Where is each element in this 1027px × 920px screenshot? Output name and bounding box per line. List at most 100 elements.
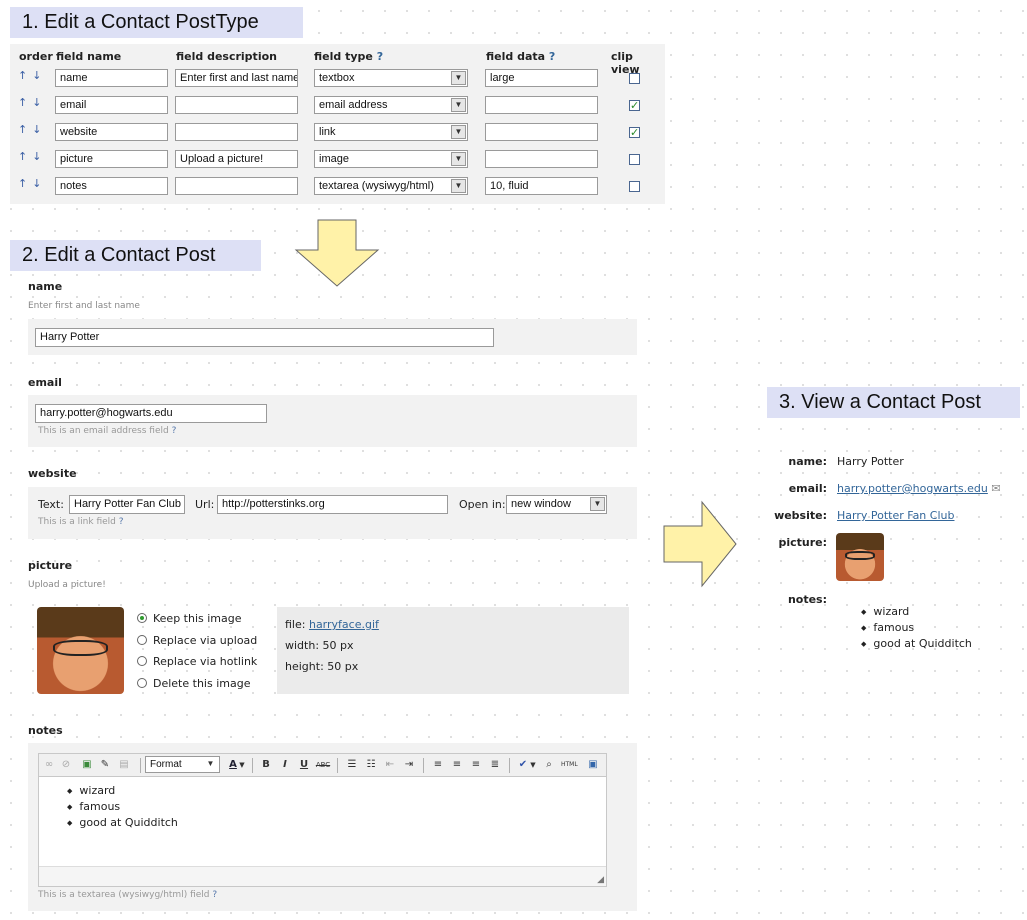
reorder-arrows-icon[interactable]: ↑↓	[18, 69, 46, 82]
email-link[interactable]: harry.potter@hogwarts.edu	[837, 482, 988, 495]
field-row: ↑↓ email email address ▼ ✓	[10, 96, 665, 122]
name-field-panel: Harry Potter	[28, 319, 637, 355]
clip-view-checkbox[interactable]: ✓	[629, 100, 640, 111]
delete-image-option[interactable]: Delete this image	[137, 677, 250, 690]
field-description-input[interactable]: Enter first and last name	[175, 69, 298, 87]
field-type-select[interactable]: image ▼	[314, 150, 468, 168]
view-website-value: Harry Potter Fan Club	[837, 509, 954, 522]
chevron-down-icon: ▼	[451, 71, 466, 85]
field-type-select[interactable]: textbox ▼	[314, 69, 468, 87]
strikethrough-icon[interactable]: ABC	[315, 758, 331, 772]
reorder-arrows-icon[interactable]: ↑↓	[18, 123, 46, 136]
link-icon[interactable]: ∞	[41, 758, 57, 772]
indent-icon[interactable]: ⇥	[401, 758, 417, 772]
col-order-header: order	[19, 50, 53, 63]
field-data-help-link[interactable]: ?	[549, 50, 555, 63]
list-item: famous	[67, 799, 178, 815]
toolbar-separator	[337, 758, 338, 773]
col-field-name-header: field name	[56, 50, 122, 63]
picture-info-panel: file: harryface.gif width: 50 px height:…	[277, 607, 629, 694]
field-data-input[interactable]	[485, 123, 598, 141]
field-row: ↑↓ picture Upload a picture! image ▼	[10, 150, 665, 176]
field-name-input[interactable]: notes	[55, 177, 168, 195]
picture-field-panel: Keep this image Replace via upload Repla…	[28, 598, 637, 703]
field-description-input[interactable]: Upload a picture!	[175, 150, 298, 168]
clip-view-checkbox[interactable]	[629, 181, 640, 192]
name-field-description: Enter first and last name	[28, 301, 140, 311]
field-row: ↑↓ website link ▼ ✓	[10, 123, 665, 149]
replace-upload-option[interactable]: Replace via upload	[137, 634, 257, 647]
email-help-link[interactable]: ?	[172, 426, 177, 436]
outdent-icon[interactable]: ⇤	[382, 758, 398, 772]
link-text-input[interactable]: Harry Potter Fan Club	[69, 495, 185, 514]
reorder-arrows-icon[interactable]: ↑↓	[18, 96, 46, 109]
envelope-icon[interactable]: ✉	[991, 482, 1000, 495]
notes-help-link[interactable]: ?	[212, 890, 217, 900]
field-row: ↑↓ name Enter first and last name textbo…	[10, 69, 665, 95]
toolbar-separator	[140, 758, 141, 773]
view-picture-label: picture:	[778, 536, 827, 549]
edit-icon[interactable]: ✎	[97, 758, 113, 772]
field-data-input[interactable]: 10, fluid	[485, 177, 598, 195]
align-left-icon[interactable]: ≡	[430, 758, 446, 772]
bold-icon[interactable]: B	[258, 758, 274, 772]
open-in-select[interactable]: new window ▼	[506, 495, 607, 514]
image-icon[interactable]: ▣	[79, 758, 95, 772]
field-data-input[interactable]: large	[485, 69, 598, 87]
numbered-list-icon[interactable]: ☷	[363, 758, 379, 772]
field-name-input[interactable]: website	[55, 123, 168, 141]
align-right-icon[interactable]: ≡	[468, 758, 484, 772]
keep-image-option[interactable]: Keep this image	[137, 612, 242, 625]
format-select[interactable]: Format ▼	[145, 756, 220, 773]
view-name-label: name:	[788, 455, 827, 468]
link-url-input[interactable]: http://potterstinks.org	[217, 495, 448, 514]
field-description-input[interactable]	[175, 123, 298, 141]
email-input[interactable]: harry.potter@hogwarts.edu	[35, 404, 267, 423]
view-notes-label: notes:	[787, 593, 827, 606]
view-email-label: email:	[788, 482, 827, 495]
notes-field-label: notes	[28, 724, 63, 737]
picture-thumbnail	[37, 607, 124, 694]
view-website-label: website:	[774, 509, 827, 522]
field-type-select[interactable]: link ▼	[314, 123, 468, 141]
chevron-down-icon[interactable]: ▼	[529, 758, 537, 772]
file-link[interactable]: harryface.gif	[309, 618, 379, 631]
find-replace-icon[interactable]: ⌕	[541, 758, 557, 772]
radio-icon	[137, 656, 147, 666]
unlink-icon[interactable]: ⊘	[58, 758, 74, 772]
reorder-arrows-icon[interactable]: ↑↓	[18, 177, 46, 190]
html-source-icon[interactable]: HTML	[561, 758, 578, 772]
align-justify-icon[interactable]: ≣	[487, 758, 503, 772]
link-text-label: Text:	[38, 498, 64, 511]
clip-view-checkbox[interactable]: ✓	[629, 127, 640, 138]
paste-icon[interactable]: ▤	[116, 758, 132, 772]
field-name-input[interactable]: email	[55, 96, 168, 114]
resize-handle-icon[interactable]: ◢	[597, 875, 604, 885]
field-data-input[interactable]	[485, 150, 598, 168]
clip-view-checkbox[interactable]	[629, 73, 640, 84]
field-data-input[interactable]	[485, 96, 598, 114]
clip-view-checkbox[interactable]	[629, 154, 640, 165]
website-help-link[interactable]: ?	[119, 517, 124, 527]
bullet-list-icon[interactable]: ☰	[344, 758, 360, 772]
align-center-icon[interactable]: ≡	[449, 758, 465, 772]
radio-icon	[137, 678, 147, 688]
reorder-arrows-icon[interactable]: ↑↓	[18, 150, 46, 163]
field-type-select[interactable]: textarea (wysiwyg/html) ▼	[314, 177, 468, 195]
field-name-input[interactable]: picture	[55, 150, 168, 168]
name-input[interactable]: Harry Potter	[35, 328, 494, 347]
underline-icon[interactable]: U	[296, 758, 312, 772]
field-name-input[interactable]: name	[55, 69, 168, 87]
field-description-input[interactable]	[175, 177, 298, 195]
field-type-select[interactable]: email address ▼	[314, 96, 468, 114]
replace-hotlink-option[interactable]: Replace via hotlink	[137, 655, 257, 668]
notes-editor-area[interactable]: wizard famous good at Quidditch ◢	[38, 777, 607, 887]
col-field-data-header: field data ?	[486, 50, 556, 63]
email-field-label: email	[28, 376, 62, 389]
fullscreen-icon[interactable]: ▣	[585, 758, 601, 772]
italic-icon[interactable]: I	[277, 758, 293, 772]
website-link[interactable]: Harry Potter Fan Club	[837, 509, 954, 522]
field-description-input[interactable]	[175, 96, 298, 114]
field-type-help-link[interactable]: ?	[377, 50, 383, 63]
chevron-down-icon[interactable]: ▼	[238, 758, 246, 772]
